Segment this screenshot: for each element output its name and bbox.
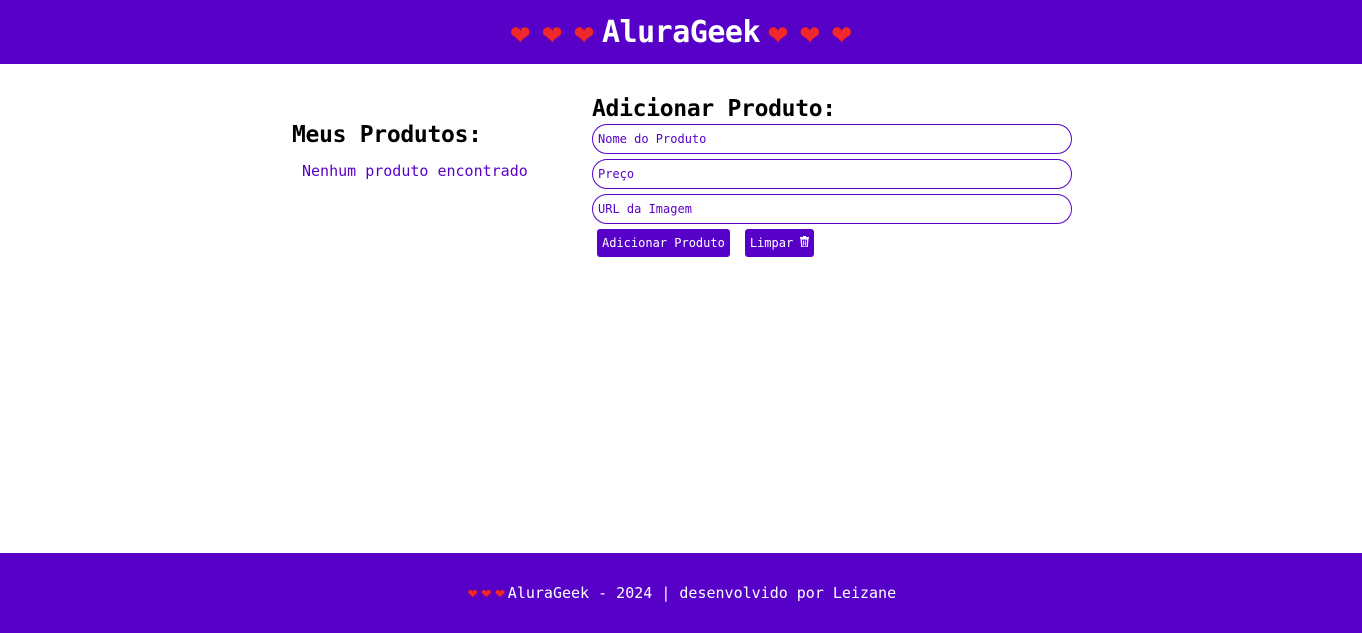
heart-icon: ❤ bbox=[481, 583, 492, 602]
header-hearts-right: ❤ ❤ ❤ bbox=[762, 16, 858, 49]
add-product-title: Adicionar Produto: bbox=[592, 96, 836, 122]
empty-products-message: Nenhum produto encontrado bbox=[302, 162, 528, 180]
products-section: Meus Produtos: Nenhum produto encontrado bbox=[292, 122, 572, 180]
heart-icon: ❤ bbox=[831, 12, 852, 52]
product-image-url-input[interactable] bbox=[592, 194, 1072, 224]
add-product-form: Adicionar Produto Limpar bbox=[592, 124, 1072, 257]
site-header: ❤ ❤ ❤ AluraGeek ❤ ❤ ❤ bbox=[0, 0, 1362, 64]
product-price-input[interactable] bbox=[592, 159, 1072, 189]
site-footer: ❤ ❤ ❤ AluraGeek - 2024 | desenvolvido po… bbox=[0, 553, 1362, 633]
form-buttons: Adicionar Produto Limpar bbox=[592, 229, 1072, 257]
footer-credits: AluraGeek - 2024 | desenvolvido por Leiz… bbox=[507, 584, 897, 602]
add-product-section: Adicionar Produto: Adicionar Produto Lim… bbox=[592, 96, 1072, 257]
site-logo-title[interactable]: AluraGeek bbox=[602, 15, 761, 50]
heart-icon: ❤ bbox=[542, 12, 563, 52]
heart-icon: ❤ bbox=[768, 12, 788, 52]
heart-icon: ❤ bbox=[495, 583, 505, 602]
heart-icon: ❤ bbox=[467, 583, 478, 602]
heart-icon: ❤ bbox=[510, 12, 531, 52]
add-product-button[interactable]: Adicionar Produto bbox=[597, 229, 730, 257]
heart-icon: ❤ bbox=[574, 12, 594, 52]
product-name-input[interactable] bbox=[592, 124, 1072, 154]
header-hearts-left: ❤ ❤ ❤ bbox=[504, 16, 600, 49]
add-product-button-label: Adicionar Produto bbox=[602, 236, 725, 250]
heart-icon: ❤ bbox=[799, 12, 820, 52]
trash-icon bbox=[800, 236, 810, 250]
clear-button-label: Limpar bbox=[749, 236, 794, 250]
products-title: Meus Produtos: bbox=[292, 122, 482, 148]
clear-button[interactable]: Limpar bbox=[744, 229, 815, 257]
